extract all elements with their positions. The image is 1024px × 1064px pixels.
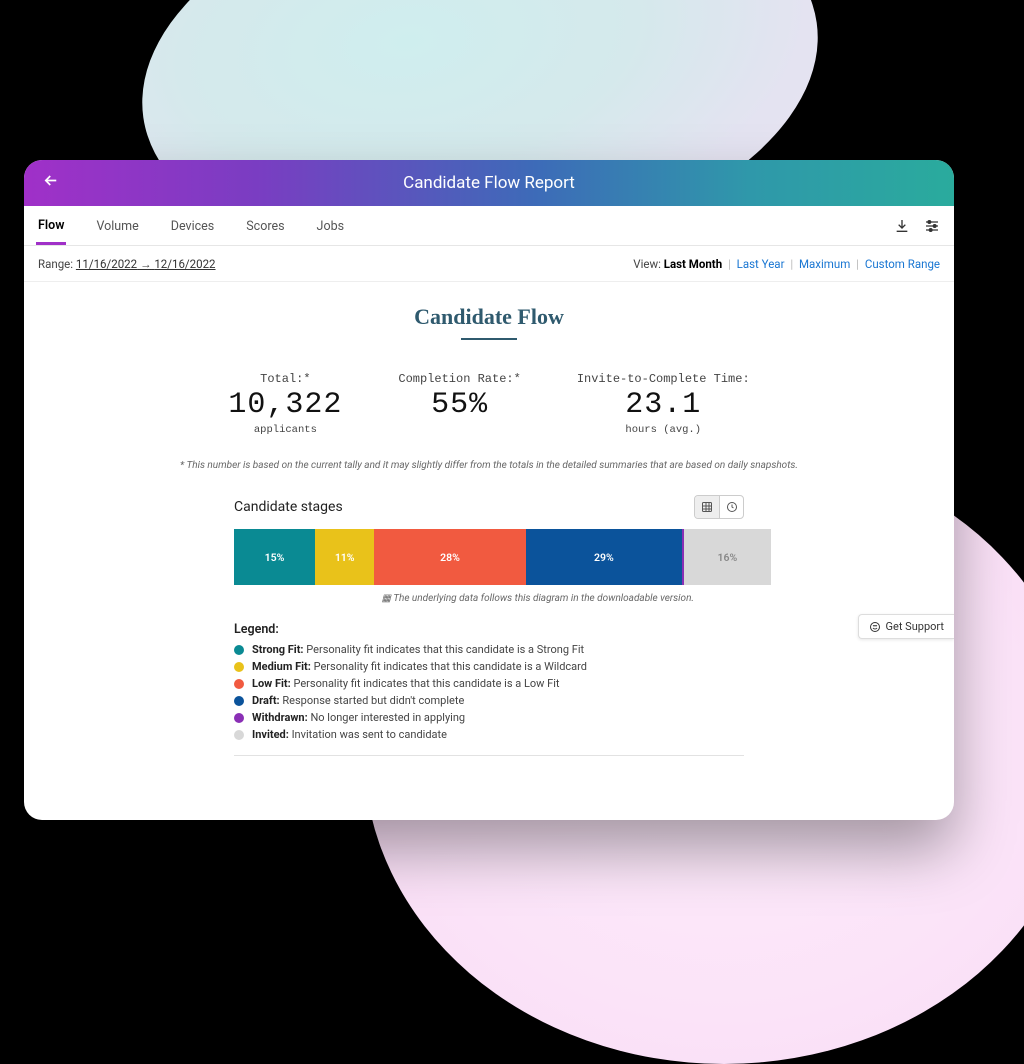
legend-title: Legend: [234, 622, 744, 637]
stat-completion-label: Completion Rate:* [398, 372, 520, 386]
dot-icon [234, 645, 244, 655]
back-button[interactable] [36, 168, 66, 199]
tabbar: Flow Volume Devices Scores Jobs [24, 206, 954, 246]
view-last-year[interactable]: Last Year [737, 257, 785, 271]
stat-invite-value: 23.1 [577, 388, 750, 422]
support-icon [869, 621, 881, 633]
tab-jobs[interactable]: Jobs [315, 208, 347, 243]
seg-strong-fit: 15% [234, 529, 315, 585]
stages-title: Candidate stages [234, 499, 343, 515]
range-label: Range: [38, 257, 73, 271]
tab-devices[interactable]: Devices [169, 208, 216, 243]
content: Candidate Flow Total:* 10,322 applicants… [24, 282, 954, 776]
footnote: * This number is based on the current ta… [64, 460, 914, 471]
stat-completion: Completion Rate:* 55% [398, 372, 520, 436]
view-maximum[interactable]: Maximum [799, 257, 850, 271]
view-options: View: Last Month | Last Year | Maximum |… [633, 257, 940, 271]
stat-total-value: 10,322 [228, 388, 342, 422]
bar-note: ▦ The underlying data follows this diagr… [64, 593, 914, 604]
clock-icon [726, 501, 738, 513]
view-toggle-chart[interactable] [719, 496, 743, 518]
stat-invite-label: Invite-to-Complete Time: [577, 372, 750, 386]
app-window: Candidate Flow Report Flow Volume Device… [24, 160, 954, 820]
divider [234, 755, 744, 756]
legend-item-low-fit: Low Fit: Personality fit indicates that … [234, 677, 744, 690]
legend-item-invited: Invited: Invitation was sent to candidat… [234, 728, 744, 741]
range-to: 12/16/2022 [154, 257, 215, 271]
dot-icon [234, 713, 244, 723]
seg-draft: 29% [526, 529, 683, 585]
seg-low-fit: 28% [374, 529, 525, 585]
legend-item-withdrawn: Withdrawn: No longer interested in apply… [234, 711, 744, 724]
tab-volume[interactable]: Volume [94, 208, 140, 243]
legend-item-draft: Draft: Response started but didn't compl… [234, 694, 744, 707]
dot-icon [234, 730, 244, 740]
stat-invite: Invite-to-Complete Time: 23.1 hours (avg… [577, 372, 750, 436]
range-from: 11/16/2022 [76, 257, 137, 271]
view-active[interactable]: Last Month [664, 257, 722, 271]
stat-total: Total:* 10,322 applicants [228, 372, 342, 436]
view-toggle [694, 495, 744, 519]
get-support-button[interactable]: Get Support [858, 614, 954, 639]
stat-invite-sub: hours (avg.) [577, 424, 750, 436]
candidate-stages-bar: 15% 11% 28% 29% 16% [234, 529, 774, 585]
view-toggle-table[interactable] [695, 496, 719, 518]
arrow-left-icon [42, 172, 60, 190]
seg-medium-fit: 11% [315, 529, 374, 585]
title-underline [461, 338, 517, 340]
tab-scores[interactable]: Scores [244, 208, 286, 243]
page-header-title: Candidate Flow Report [403, 173, 575, 193]
range-arrow: → [140, 257, 152, 271]
stat-total-label: Total:* [228, 372, 342, 386]
dot-icon [234, 696, 244, 706]
download-icon [894, 218, 910, 234]
stat-completion-value: 55% [398, 388, 520, 422]
get-support-label: Get Support [886, 620, 944, 633]
legend-item-strong-fit: Strong Fit: Personality fit indicates th… [234, 643, 744, 656]
grid-icon [701, 501, 713, 513]
view-custom-range[interactable]: Custom Range [865, 257, 940, 271]
legend: Legend: Strong Fit: Personality fit indi… [234, 622, 744, 741]
filter-bar: Range: 11/16/2022 → 12/16/2022 View: Las… [24, 246, 954, 282]
dot-icon [234, 662, 244, 672]
tab-flow[interactable]: Flow [36, 207, 66, 245]
filter-button[interactable] [924, 218, 940, 234]
seg-invited: 16% [684, 529, 770, 585]
stat-total-sub: applicants [228, 424, 342, 436]
table-icon: ▦ [381, 593, 390, 604]
dot-icon [234, 679, 244, 689]
page-title: Candidate Flow [64, 304, 914, 330]
stats-row: Total:* 10,322 applicants Completion Rat… [64, 372, 914, 436]
download-button[interactable] [894, 218, 910, 234]
view-label: View: [633, 257, 661, 271]
app-header: Candidate Flow Report [24, 160, 954, 206]
sliders-icon [924, 218, 940, 234]
legend-item-medium-fit: Medium Fit: Personality fit indicates th… [234, 660, 744, 673]
date-range[interactable]: Range: 11/16/2022 → 12/16/2022 [38, 257, 216, 271]
